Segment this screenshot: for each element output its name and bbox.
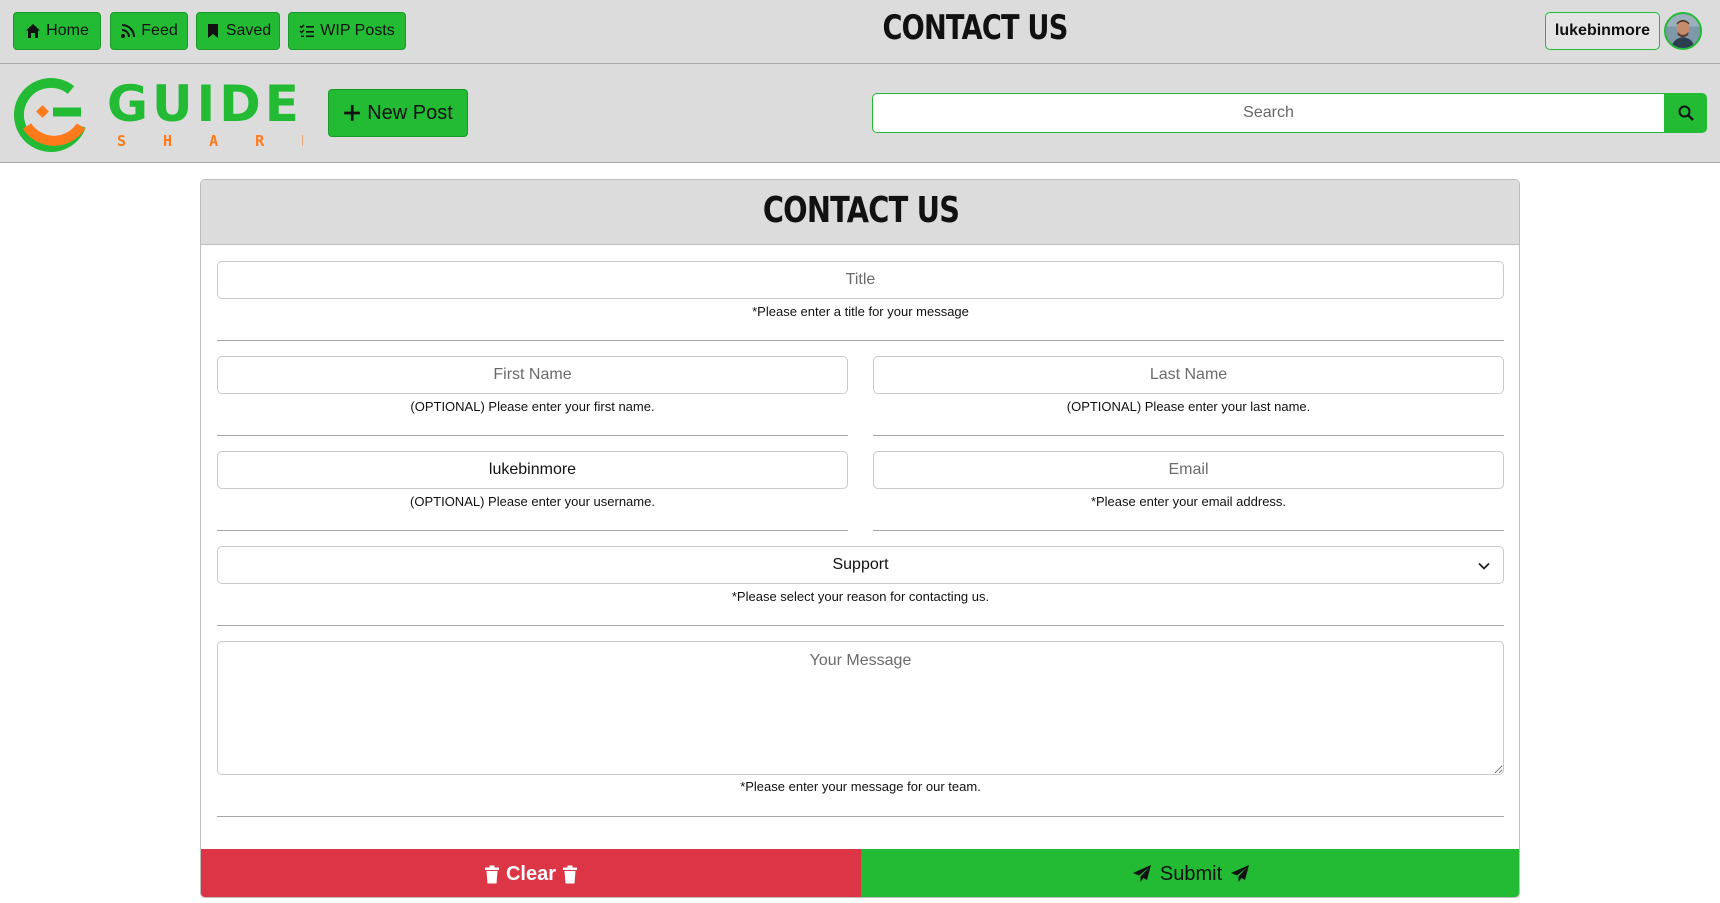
wip-posts-button[interactable]: WIP Posts: [288, 12, 406, 50]
message-textarea[interactable]: [217, 641, 1504, 775]
rss-icon: [121, 24, 136, 38]
reason-selected-value: Support: [832, 556, 889, 573]
avatar-image: [1666, 14, 1700, 48]
username-input[interactable]: [217, 451, 848, 489]
paper-plane-icon: [1132, 865, 1151, 882]
new-post-button[interactable]: New Post: [328, 89, 468, 137]
email-help-text: *Please enter your email address.: [1090, 494, 1287, 509]
wip-posts-label: WIP Posts: [320, 22, 395, 39]
search-input[interactable]: [872, 93, 1665, 133]
divider: [873, 530, 1504, 531]
saved-button[interactable]: Saved: [196, 12, 280, 50]
divider: [217, 340, 1504, 341]
avatar[interactable]: [1664, 12, 1702, 50]
top-navbar: Home Feed Saved WIP Posts CONTACT US luk…: [0, 0, 1720, 64]
divider: [217, 435, 848, 436]
saved-label: Saved: [225, 22, 272, 39]
bookmark-icon: [207, 24, 218, 38]
divider: [217, 530, 848, 531]
search-icon: [1678, 105, 1694, 121]
page-title: CONTACT US: [882, 8, 1068, 48]
guide-share-logo[interactable]: GUIDE S H A R E: [13, 73, 303, 155]
last-name-help-text: (OPTIONAL) Please enter your last name.: [1066, 399, 1311, 414]
message-help-text: *Please enter your message for our team.: [740, 779, 981, 794]
divider: [217, 625, 1504, 626]
plus-icon: [344, 105, 361, 121]
title-help-text: *Please enter a title for your message: [752, 304, 969, 319]
logo-wordmark: GUIDE: [107, 75, 303, 133]
feed-label: Feed: [141, 22, 178, 39]
clear-button[interactable]: Clear: [201, 849, 861, 897]
user-profile-button[interactable]: lukebinmore: [1545, 12, 1660, 50]
trash-icon: [484, 865, 499, 883]
trash-icon: [563, 865, 578, 883]
card-header: CONTACT US: [201, 180, 1519, 245]
email-input[interactable]: [873, 451, 1504, 489]
chevron-down-icon: [1478, 562, 1490, 570]
reason-select[interactable]: Support: [217, 546, 1504, 584]
first-name-input[interactable]: [217, 356, 848, 394]
contact-form-card: CONTACT US *Please enter a title for you…: [200, 179, 1520, 898]
paper-plane-icon: [1231, 865, 1250, 882]
last-name-input[interactable]: [873, 356, 1504, 394]
divider: [873, 435, 1504, 436]
checklist-icon: [299, 24, 315, 38]
home-label: Home: [46, 22, 89, 39]
submit-label: Submit: [1159, 862, 1223, 885]
home-icon: [26, 24, 41, 38]
divider: [217, 816, 1504, 817]
logo-subtext: S H A R E: [117, 132, 303, 150]
feed-button[interactable]: Feed: [110, 12, 188, 50]
reason-help-text: *Please select your reason for contactin…: [731, 589, 990, 604]
new-post-label: New Post: [367, 101, 453, 124]
search-button[interactable]: [1665, 93, 1707, 133]
home-button[interactable]: Home: [13, 12, 101, 50]
title-input[interactable]: [217, 261, 1504, 299]
form-heading: CONTACT US: [762, 190, 960, 231]
first-name-help-text: (OPTIONAL) Please enter your first name.: [410, 399, 655, 414]
submit-button[interactable]: Submit: [861, 849, 1519, 897]
username-help-text: (OPTIONAL) Please enter your username.: [410, 494, 655, 509]
clear-label: Clear: [505, 862, 557, 885]
